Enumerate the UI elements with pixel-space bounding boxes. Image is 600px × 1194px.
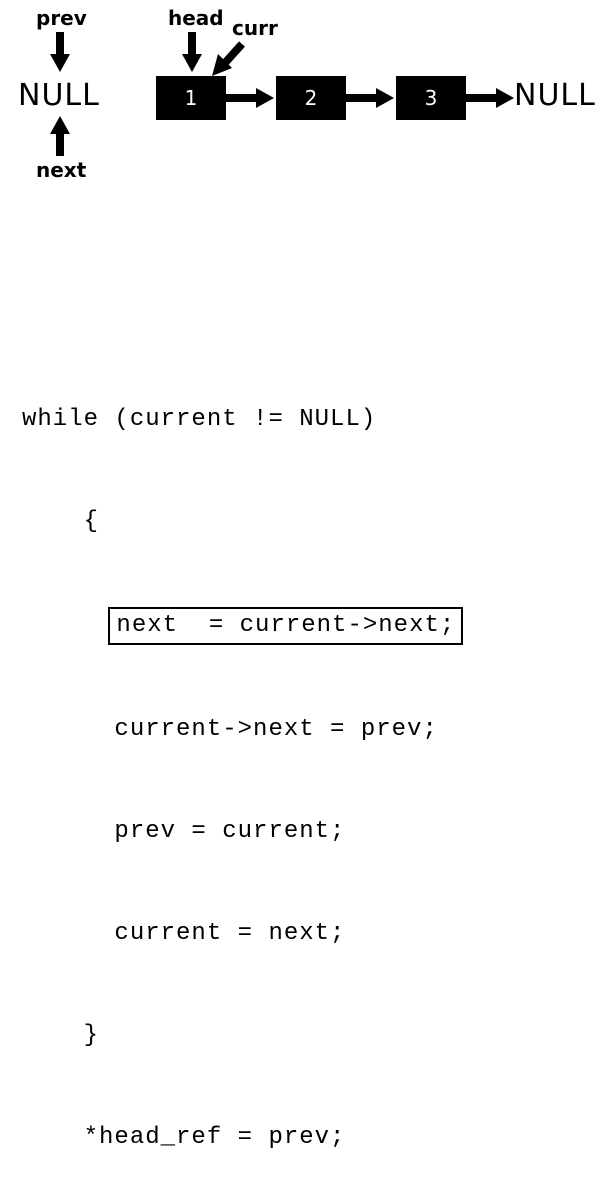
code-block: while (current != NULL) { next = current… — [22, 335, 463, 1194]
code-line: while (current != NULL) — [22, 403, 463, 437]
highlight-box: next = current->next; — [108, 607, 463, 645]
label-prev: prev — [36, 6, 87, 30]
linked-list-node: 1 — [156, 76, 226, 120]
label-curr: curr — [232, 16, 278, 40]
arrow-up-next-icon — [50, 116, 70, 156]
arrow-right-icon — [346, 88, 396, 108]
code-line: *head_ref = prev; — [22, 1121, 463, 1155]
code-line: current->next = prev; — [22, 713, 463, 747]
linked-list-node: 2 — [276, 76, 346, 120]
null-left-text: NULL — [18, 78, 100, 113]
arrow-diag-curr-icon — [210, 40, 250, 80]
code-line-highlighted: next = current->next; — [22, 607, 463, 645]
label-next: next — [36, 158, 86, 182]
arrow-right-icon — [226, 88, 276, 108]
arrow-down-prev-icon — [50, 32, 70, 72]
label-head: head — [168, 6, 224, 30]
code-line: { — [22, 505, 463, 539]
code-line: } — [22, 1019, 463, 1053]
code-line: prev = current; — [22, 815, 463, 849]
linked-list-node: 3 — [396, 76, 466, 120]
diagram-canvas: prev NULL next head curr 1 2 3 — [0, 0, 600, 597]
arrow-down-head-icon — [182, 32, 202, 72]
null-right-text: NULL — [514, 78, 596, 113]
code-line: current = next; — [22, 917, 463, 951]
arrow-right-icon — [466, 88, 516, 108]
